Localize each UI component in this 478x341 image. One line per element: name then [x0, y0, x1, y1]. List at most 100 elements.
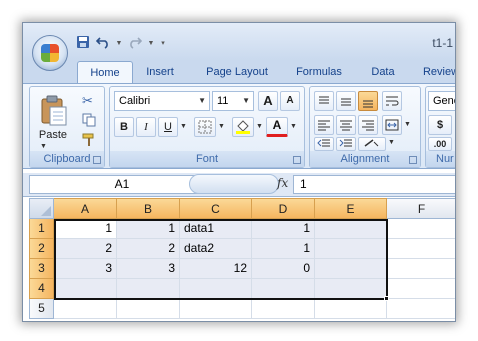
tab-review[interactable]: Review	[417, 61, 455, 83]
borders-button[interactable]	[194, 117, 216, 137]
cell-a1[interactable]: 1	[54, 219, 117, 239]
column-header-c[interactable]: C	[180, 198, 252, 219]
format-painter-icon[interactable]	[82, 133, 96, 152]
cell-b4[interactable]	[117, 279, 180, 299]
column-header-d[interactable]: D	[252, 198, 315, 219]
column-header-e[interactable]: E	[315, 198, 387, 219]
cell-e5[interactable]	[315, 299, 387, 319]
column-header-f[interactable]: F	[387, 198, 455, 219]
decrease-indent-button[interactable]	[314, 137, 334, 151]
column-header-a[interactable]: A	[54, 198, 117, 219]
insert-function-icon[interactable]: fx	[277, 176, 288, 190]
cell-d2[interactable]: 1	[252, 239, 315, 259]
cell-d3[interactable]: 0	[252, 259, 315, 279]
row-header-2[interactable]: 2	[29, 239, 54, 259]
tab-formulas[interactable]: Formulas	[287, 61, 351, 83]
cut-icon[interactable]: ✂	[82, 93, 93, 109]
align-right-button[interactable]	[358, 115, 378, 135]
cell-f4[interactable]	[387, 279, 455, 299]
alignment-dialog-launcher-icon[interactable]	[409, 156, 417, 164]
cell-e4[interactable]	[315, 279, 387, 299]
font-color-button[interactable]: A	[266, 117, 288, 137]
align-bottom-button[interactable]	[358, 91, 378, 111]
font-name-combo[interactable]: Calibri ▼	[114, 91, 210, 111]
increase-indent-button[interactable]	[336, 137, 356, 151]
cell-c1[interactable]: data1	[180, 219, 252, 239]
grow-font-button[interactable]: A	[258, 91, 278, 111]
cell-e3[interactable]	[315, 259, 387, 279]
formula-input[interactable]: 1	[293, 175, 455, 194]
row-header-5[interactable]: 5	[29, 299, 54, 319]
fill-color-button[interactable]	[232, 117, 254, 137]
align-middle-button[interactable]	[336, 91, 356, 111]
cell-f1[interactable]	[387, 219, 455, 239]
font-color-dropdown-icon[interactable]: ▼	[290, 123, 297, 130]
cell-a4[interactable]	[54, 279, 117, 299]
cell-b5[interactable]	[117, 299, 180, 319]
redo-dropdown-icon[interactable]: ▼	[147, 40, 155, 47]
cell-e2[interactable]	[315, 239, 387, 259]
cell-b1[interactable]: 1	[117, 219, 180, 239]
wrap-text-button[interactable]	[382, 91, 402, 111]
tab-home[interactable]: Home	[77, 61, 133, 83]
fill-handle[interactable]	[384, 296, 389, 301]
cell-d4[interactable]	[252, 279, 315, 299]
copy-icon[interactable]	[82, 113, 96, 132]
row-header-3[interactable]: 3	[29, 259, 54, 279]
orientation-dropdown-icon[interactable]: ▼	[388, 139, 395, 146]
cell-d1[interactable]: 1	[252, 219, 315, 239]
paste-dropdown-icon[interactable]: ▼	[40, 143, 47, 150]
tab-insert[interactable]: Insert	[137, 61, 183, 83]
cell-a3[interactable]: 3	[54, 259, 117, 279]
customize-qat-icon[interactable]: ▾	[159, 39, 167, 47]
cell-b3[interactable]: 3	[117, 259, 180, 279]
tab-data[interactable]: Data	[363, 61, 403, 83]
name-box[interactable]: A1 ▼	[29, 175, 215, 194]
currency-button[interactable]: $	[428, 115, 452, 135]
cell-b2[interactable]: 2	[117, 239, 180, 259]
shrink-font-button[interactable]: A	[280, 91, 300, 111]
cell-c4[interactable]	[180, 279, 252, 299]
cell-f2[interactable]	[387, 239, 455, 259]
paste-button-label[interactable]: Paste	[34, 129, 72, 141]
redo-icon[interactable]	[127, 35, 143, 51]
office-button[interactable]	[32, 35, 68, 71]
clipboard-dialog-launcher-icon[interactable]	[93, 156, 101, 164]
cell-a5[interactable]	[54, 299, 117, 319]
bold-button[interactable]: B	[114, 117, 134, 137]
font-name-dropdown-icon[interactable]: ▼	[198, 92, 206, 110]
font-dialog-launcher-icon[interactable]	[293, 156, 301, 164]
cell-c2[interactable]: data2	[180, 239, 252, 259]
cell-a2[interactable]: 2	[54, 239, 117, 259]
merge-dropdown-icon[interactable]: ▼	[404, 121, 411, 128]
row-header-1[interactable]: 1	[29, 219, 54, 239]
cell-c3[interactable]: 12	[180, 259, 252, 279]
align-left-button[interactable]	[314, 115, 334, 135]
align-top-button[interactable]	[314, 91, 334, 111]
font-size-dropdown-icon[interactable]: ▼	[242, 92, 250, 110]
italic-button[interactable]: I	[136, 117, 156, 137]
underline-dropdown-icon[interactable]: ▼	[180, 123, 187, 130]
paste-icon[interactable]	[40, 95, 67, 126]
cell-f5[interactable]	[387, 299, 455, 319]
cell-f3[interactable]	[387, 259, 455, 279]
row-header-4[interactable]: 4	[29, 279, 54, 299]
underline-button[interactable]: U	[158, 117, 178, 137]
fill-color-dropdown-icon[interactable]: ▼	[256, 123, 263, 130]
borders-dropdown-icon[interactable]: ▼	[218, 123, 225, 130]
save-icon[interactable]	[75, 35, 91, 51]
align-center-button[interactable]	[336, 115, 356, 135]
font-size-combo[interactable]: 11 ▼	[212, 91, 254, 111]
merge-center-button[interactable]	[382, 115, 402, 135]
increase-decimal-button[interactable]: .00	[428, 137, 452, 151]
cell-d5[interactable]	[252, 299, 315, 319]
cell-e1[interactable]	[315, 219, 387, 239]
undo-icon[interactable]	[95, 35, 111, 51]
orientation-button[interactable]	[358, 137, 386, 151]
number-format-combo[interactable]: Gene	[428, 91, 455, 111]
tab-page-layout[interactable]: Page Layout	[195, 61, 279, 83]
select-all-corner[interactable]	[29, 198, 54, 219]
cell-c5[interactable]	[180, 299, 252, 319]
column-header-b[interactable]: B	[117, 198, 180, 219]
undo-dropdown-icon[interactable]: ▼	[115, 40, 123, 47]
